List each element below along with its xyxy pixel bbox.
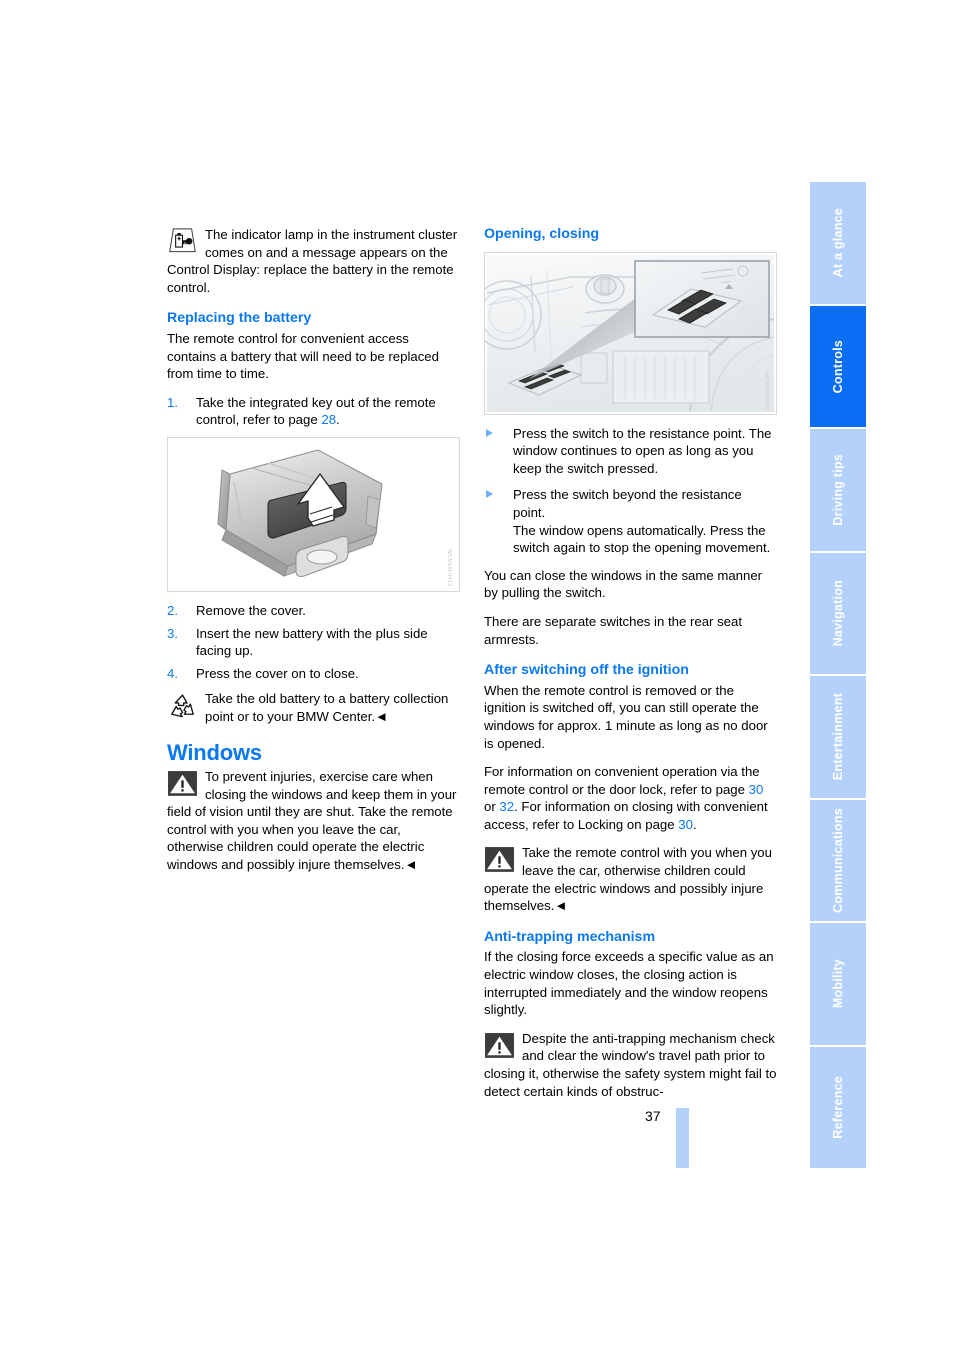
recycling-icon xyxy=(167,691,198,719)
tab-label: Navigation xyxy=(831,580,845,647)
end-of-note-mark: ◄ xyxy=(375,708,388,724)
chapter-tab-rail: At a glance Controls Driving tips Naviga… xyxy=(810,182,866,1168)
tab-mobility[interactable]: Mobility xyxy=(810,923,866,1047)
step-item: 3. Insert the new battery with the plus … xyxy=(167,625,460,660)
page-number: 37 xyxy=(645,1108,661,1124)
warning-triangle-icon xyxy=(167,769,198,797)
battery-recycling-note: Take the old battery to a battery collec… xyxy=(167,690,460,725)
triangle-bullet-icon xyxy=(486,428,493,437)
step-item: 2. Remove the cover. xyxy=(167,602,460,620)
figure-code-label: WCM16F0413 xyxy=(446,549,452,587)
heading-anti-trapping-mechanism: Anti-trapping mechanism xyxy=(484,928,656,945)
step-number: 3. xyxy=(167,625,178,641)
anti-trapping-paragraph-1: If the closing force exceeds a specific … xyxy=(484,949,774,1018)
step-item: 4. Press the cover on to close. xyxy=(167,665,460,683)
windows-warning-note: To prevent injuries, exercise care when … xyxy=(167,768,460,874)
replace-battery-step-list-part2: 2. Remove the cover. 3. Insert the new b… xyxy=(167,602,460,682)
after-ignition-text-a: For information on convenient operation … xyxy=(484,764,760,797)
bullet-text: Press the switch beyond the resistance p… xyxy=(513,487,771,556)
tab-label: Communications xyxy=(831,807,845,913)
tab-communications[interactable]: Communications xyxy=(810,799,866,923)
step-text-tail: . xyxy=(336,412,340,428)
windows-warning-text: To prevent injuries, exercise care when … xyxy=(167,768,460,874)
heading-after-switching-off-ignition: After switching off the ignition xyxy=(484,662,689,679)
tab-label: Reference xyxy=(831,1075,845,1139)
after-ignition-text-c: . For information on closing with conven… xyxy=(484,799,768,832)
triangle-bullet-icon xyxy=(486,490,493,499)
step-item: 1. Take the integrated key out of the re… xyxy=(167,394,460,429)
anti-trapping-warning-body: Despite the anti-trapping mechanism chec… xyxy=(484,1030,777,1099)
indicator-lamp-note: The indicator lamp in the instrument clu… xyxy=(167,226,460,296)
warning-triangle-icon xyxy=(484,1031,515,1059)
replace-battery-step-list-part1: 1. Take the integrated key out of the re… xyxy=(167,394,460,429)
tab-navigation[interactable]: Navigation xyxy=(810,552,866,676)
tab-label: Controls xyxy=(831,339,845,393)
right-text-column: Opening, closing WCM16F0414 Press the sw… xyxy=(484,226,777,1111)
recycling-note-body: Take the old battery to a battery collec… xyxy=(205,691,449,724)
step-number: 4. xyxy=(167,665,178,681)
battery-key-indicator-icon xyxy=(167,227,198,255)
tab-at-a-glance[interactable]: At a glance xyxy=(810,182,866,306)
after-ignition-paragraph-1: When the remote control is removed or th… xyxy=(484,682,768,751)
bullet-text: Press the switch to the resistance point… xyxy=(513,425,772,476)
tab-label: Entertainment xyxy=(831,693,845,781)
page-reference-link[interactable]: 32 xyxy=(499,799,514,814)
step-number: 1. xyxy=(167,394,178,410)
page-reference-link[interactable]: 28 xyxy=(321,412,336,427)
after-ignition-paragraph-2: For information on convenient operation … xyxy=(484,763,777,833)
step-text: Take the integrated key out of the remot… xyxy=(196,394,436,428)
bullet-item: Press the switch to the resistance point… xyxy=(484,425,777,478)
after-ignition-text-d: . xyxy=(692,816,697,832)
figure-window-switches: WCM16F0414 xyxy=(484,251,777,415)
manual-page: The indicator lamp in the instrument clu… xyxy=(0,0,954,1351)
figure-code-label: WCM16F0414 xyxy=(763,372,769,410)
bullet-item: Press the switch beyond the resistance p… xyxy=(484,486,777,556)
heading-replacing-the-battery: Replacing the battery xyxy=(167,310,312,327)
heading-windows: Windows xyxy=(167,739,262,765)
tab-label: Driving tips xyxy=(831,453,845,526)
step-number: 2. xyxy=(167,602,178,618)
heading-opening-closing: Opening, closing xyxy=(484,226,600,242)
step-text: Press the cover on to close. xyxy=(196,665,359,681)
page-reference-link[interactable]: 30 xyxy=(678,817,693,832)
indicator-lamp-note-text: The indicator lamp in the instrument clu… xyxy=(167,226,460,296)
end-of-note-mark: ◄ xyxy=(554,898,567,914)
replacing-battery-intro: The remote control for convenient access… xyxy=(167,330,439,382)
recycling-note-text: Take the old battery to a battery collec… xyxy=(167,690,460,725)
rear-seat-switches-paragraph: There are separate switches in the rear … xyxy=(484,613,743,647)
left-text-column: The indicator lamp in the instrument clu… xyxy=(167,226,460,885)
after-ignition-warning-text: Take the remote control with you when yo… xyxy=(484,844,777,914)
page-reference-link[interactable]: 30 xyxy=(749,782,764,797)
step-text: Insert the new battery with the plus sid… xyxy=(196,625,428,659)
tab-reference[interactable]: Reference xyxy=(810,1046,866,1168)
page-number-bar xyxy=(676,1108,689,1168)
opening-closing-bullet-list: Press the switch to the resistance point… xyxy=(484,425,777,557)
end-of-note-mark: ◄ xyxy=(404,857,418,873)
tab-label: At a glance xyxy=(831,208,845,278)
after-ignition-warning-note: Take the remote control with you when yo… xyxy=(484,844,777,914)
after-ignition-text-b: or xyxy=(484,799,500,815)
close-windows-paragraph: You can close the windows in the same ma… xyxy=(484,567,763,601)
step-text: Remove the cover. xyxy=(196,602,306,618)
anti-trapping-warning-note: Despite the anti-trapping mechanism chec… xyxy=(484,1030,777,1100)
tab-driving-tips[interactable]: Driving tips xyxy=(810,429,866,553)
tab-label: Mobility xyxy=(831,959,845,1009)
tab-entertainment[interactable]: Entertainment xyxy=(810,676,866,800)
after-ignition-warning-body: Take the remote control with you when yo… xyxy=(484,845,772,914)
figure-remote-control-battery: WCM16F0413 xyxy=(167,436,460,592)
anti-trapping-warning-text: Despite the anti-trapping mechanism chec… xyxy=(484,1030,777,1100)
warning-triangle-icon xyxy=(484,845,515,873)
tab-controls[interactable]: Controls xyxy=(810,305,866,429)
